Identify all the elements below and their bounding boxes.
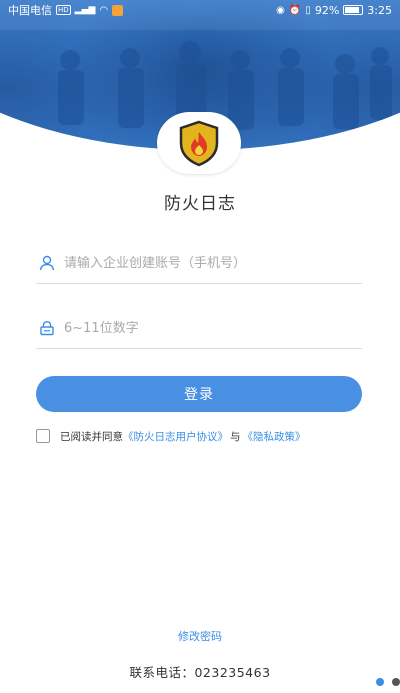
contact-phone: 023235463 (194, 665, 271, 680)
account-input[interactable] (64, 255, 362, 271)
eye-icon: ◉ (276, 4, 285, 16)
account-field (36, 243, 362, 284)
network-tag: HD (56, 5, 71, 15)
vibrate-icon: ▯ (305, 4, 311, 16)
battery-percent: 92% (314, 3, 340, 17)
user-agreement-link[interactable]: 《防火日志用户协议》 (123, 429, 228, 444)
alarm-icon: ⏰ (288, 4, 302, 16)
clock: 3:25 (367, 3, 392, 17)
password-input[interactable] (64, 320, 362, 336)
page-indicator (376, 678, 400, 686)
status-bar: 中国电信 HD ▂▄▆ ◠ ◉ ⏰ ▯ 92% 3:25 (0, 0, 400, 20)
agreement-checkbox[interactable] (36, 429, 50, 443)
login-button[interactable]: 登录 (36, 376, 362, 412)
signal-icon: ▂▄▆ (74, 5, 96, 15)
agreement-row: 已阅读并同意 《防火日志用户协议》 与 《隐私政策》 (36, 427, 376, 445)
contact-label: 联系电话： (129, 665, 195, 680)
status-bar-right: ◉ ⏰ ▯ 92% 3:25 (276, 4, 392, 17)
contact-line: 联系电话：023235463 (0, 662, 400, 681)
battery-icon (343, 5, 364, 15)
app-title: 防火日志 (164, 194, 236, 214)
page-dot-active (376, 678, 384, 686)
privacy-policy-link[interactable]: 《隐私政策》 (243, 429, 306, 444)
fire-shield-icon (179, 120, 219, 167)
login-page: 中国电信 HD ▂▄▆ ◠ ◉ ⏰ ▯ 92% 3:25 防火日志 请输入企业创… (0, 0, 400, 693)
app-notification-icon (112, 4, 124, 16)
user-icon (38, 254, 56, 272)
agreement-prefix: 已阅读并同意 (60, 430, 123, 443)
password-field (36, 308, 362, 349)
status-bar-left: 中国电信 HD ▂▄▆ ◠ (8, 2, 124, 18)
agreement-conjunction: 与 (230, 430, 241, 443)
wifi-icon: ◠ (99, 4, 109, 16)
app-logo (157, 112, 241, 174)
page-dot (392, 678, 400, 686)
change-password-link[interactable]: 修改密码 (0, 628, 400, 644)
lock-icon (38, 319, 56, 337)
carrier-label: 中国电信 (8, 4, 52, 17)
